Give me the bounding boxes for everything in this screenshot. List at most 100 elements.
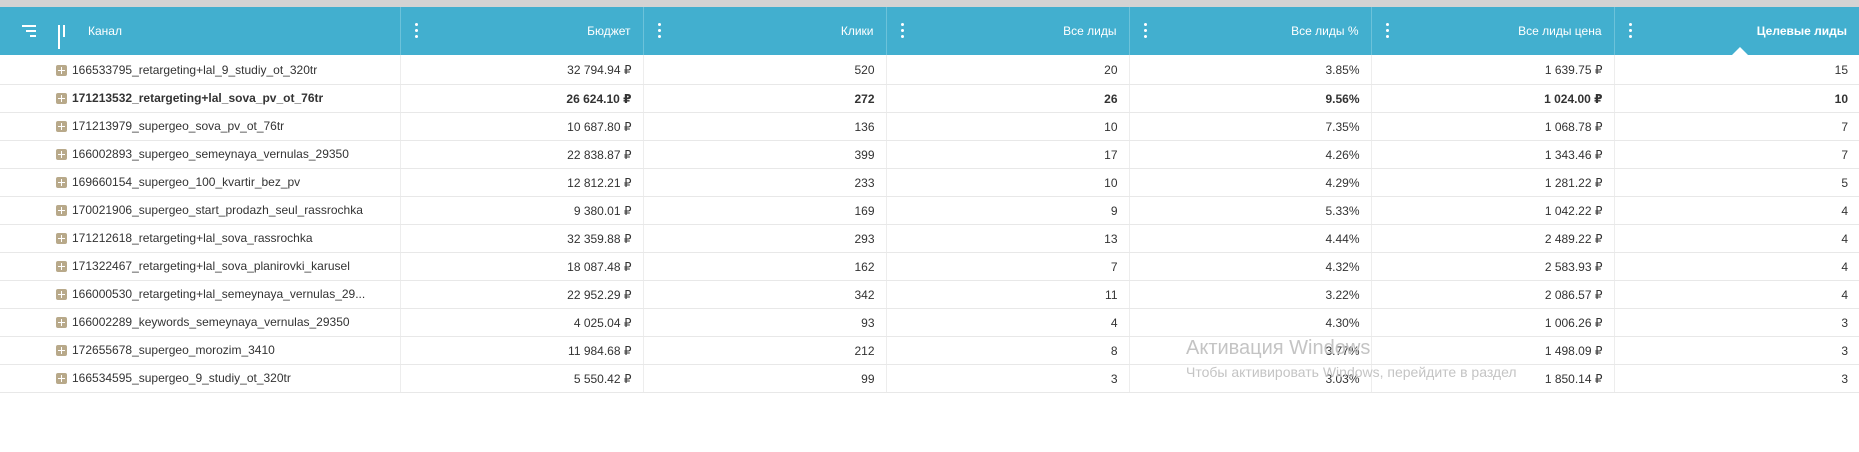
column-label-all-leads-price: Все лиды цена (1518, 24, 1602, 38)
leads-cell: 4 (886, 308, 1130, 337)
clicks-cell: 272 (643, 84, 887, 113)
expand-plus-icon[interactable] (56, 65, 67, 76)
lead-price-cell: 1 024.00 ₽ (1371, 84, 1615, 113)
table-row[interactable]: 170021906_supergeo_start_prodazh_seul_ra… (0, 196, 1859, 225)
column-header-all-leads-pct[interactable]: Все лиды % (1129, 7, 1372, 55)
table-row[interactable]: 166534595_supergeo_9_studiy_ot_320tr 5 55… (0, 364, 1859, 393)
expand-plus-icon[interactable] (56, 149, 67, 160)
clicks-cell: 93 (643, 308, 887, 337)
lead-price-cell: 1 850.14 ₽ (1371, 364, 1615, 393)
column-label-all-leads-pct: Все лиды % (1291, 24, 1359, 38)
table-row[interactable]: 166000530_retargeting+lal_semeynaya_vern… (0, 280, 1859, 309)
column-header-budget[interactable]: Бюджет (400, 7, 644, 55)
expand-plus-icon[interactable] (56, 121, 67, 132)
channel-cell: 171213532_retargeting+lal_sova_pv_ot_76t… (0, 84, 401, 113)
budget-cell: 10 687.80 ₽ (400, 112, 644, 141)
table-row[interactable]: 166533795_retargeting+lal_9_studiy_ot_32… (0, 55, 1859, 85)
table-row[interactable]: 166002289_keywords_semeynaya_vernulas_29… (0, 308, 1859, 337)
target-leads-cell: 3 (1614, 336, 1859, 365)
expand-plus-icon[interactable] (56, 261, 67, 272)
columns-icon[interactable] (58, 25, 70, 49)
leads-pct-cell: 7.35% (1129, 112, 1372, 141)
channel-name: 166002289_keywords_semeynaya_vernulas_29… (72, 315, 350, 329)
budget-cell: 12 812.21 ₽ (400, 168, 644, 197)
leads-pct-cell: 9.56% (1129, 84, 1372, 113)
column-menu-icon[interactable] (414, 23, 419, 39)
budget-cell: 32 359.88 ₽ (400, 224, 644, 253)
expand-plus-icon[interactable] (56, 177, 67, 188)
channel-name: 171213979_supergeo_sova_pv_ot_76tr (72, 119, 285, 133)
target-leads-cell: 10 (1614, 84, 1859, 113)
channel-cell: 166534595_supergeo_9_studiy_ot_320tr (0, 364, 401, 393)
target-leads-cell: 5 (1614, 168, 1859, 197)
channel-cell: 169660154_supergeo_100_kvartir_bez_pv (0, 168, 401, 197)
lead-price-cell: 1 498.09 ₽ (1371, 336, 1615, 365)
leads-cell: 3 (886, 364, 1130, 393)
channel-name: 171322467_retargeting+lal_sova_planirovk… (72, 259, 350, 273)
lead-price-cell: 1 639.75 ₽ (1371, 55, 1615, 85)
table-row[interactable]: 169660154_supergeo_100_kvartir_bez_pv 12 … (0, 168, 1859, 197)
table-row[interactable]: 171212618_retargeting+lal_sova_rassrochk… (0, 224, 1859, 253)
expand-plus-icon[interactable] (56, 373, 67, 384)
clicks-cell: 399 (643, 140, 887, 169)
budget-cell: 22 952.29 ₽ (400, 280, 644, 309)
clicks-cell: 233 (643, 168, 887, 197)
table-header-row: Канал Бюджет Клики Все лиды Все лиды % В… (0, 7, 1859, 56)
expand-plus-icon[interactable] (56, 93, 67, 104)
expand-plus-icon[interactable] (56, 317, 67, 328)
table-row[interactable]: 172655678_supergeo_morozim_3410 11 984.68… (0, 336, 1859, 365)
clicks-cell: 136 (643, 112, 887, 141)
column-header-target-leads[interactable]: Целевые лиды (1614, 7, 1859, 56)
budget-cell: 18 087.48 ₽ (400, 252, 644, 281)
column-menu-icon[interactable] (1385, 23, 1390, 39)
column-header-channel[interactable]: Канал (0, 7, 401, 55)
channel-cell: 166002289_keywords_semeynaya_vernulas_29… (0, 308, 401, 337)
column-header-clicks[interactable]: Клики (643, 7, 887, 55)
table-row[interactable]: 171213979_supergeo_sova_pv_ot_76tr 10 687… (0, 112, 1859, 141)
leads-cell: 13 (886, 224, 1130, 253)
expand-plus-icon[interactable] (56, 233, 67, 244)
channel-name: 166534595_supergeo_9_studiy_ot_320tr (72, 371, 291, 385)
budget-cell: 5 550.42 ₽ (400, 364, 644, 393)
report-table: Канал Бюджет Клики Все лиды Все лиды % В… (0, 7, 1859, 393)
leads-cell: 11 (886, 280, 1130, 309)
lead-price-cell: 1 281.22 ₽ (1371, 168, 1615, 197)
filter-list-icon[interactable] (22, 25, 36, 37)
leads-pct-cell: 4.29% (1129, 168, 1372, 197)
table-row[interactable]: 171213532_retargeting+lal_sova_pv_ot_76t… (0, 84, 1859, 113)
channel-cell: 171322467_retargeting+lal_sova_planirovk… (0, 252, 401, 281)
sort-indicator-icon (1730, 47, 1749, 56)
leads-pct-cell: 5.33% (1129, 196, 1372, 225)
channel-cell: 171213979_supergeo_sova_pv_ot_76tr (0, 112, 401, 141)
budget-cell: 4 025.04 ₽ (400, 308, 644, 337)
column-header-all-leads[interactable]: Все лиды (886, 7, 1130, 55)
channel-name: 171213532_retargeting+lal_sova_pv_ot_76t… (72, 91, 324, 105)
leads-pct-cell: 4.32% (1129, 252, 1372, 281)
channel-name: 172655678_supergeo_morozim_3410 (72, 343, 275, 357)
column-menu-icon[interactable] (657, 23, 662, 39)
target-leads-cell: 4 (1614, 224, 1859, 253)
expand-plus-icon[interactable] (56, 289, 67, 300)
table-row[interactable]: 166002893_supergeo_semeynaya_vernulas_29… (0, 140, 1859, 169)
column-label-all-leads: Все лиды (1063, 24, 1117, 38)
clicks-cell: 99 (643, 364, 887, 393)
column-label-budget: Бюджет (587, 24, 631, 38)
table-body: 166533795_retargeting+lal_9_studiy_ot_32… (0, 55, 1859, 393)
expand-plus-icon[interactable] (56, 345, 67, 356)
column-header-all-leads-price[interactable]: Все лиды цена (1371, 7, 1615, 55)
column-menu-icon[interactable] (900, 23, 905, 39)
column-menu-icon[interactable] (1628, 23, 1633, 39)
channel-name: 171212618_retargeting+lal_sova_rassrochk… (72, 231, 313, 245)
column-menu-icon[interactable] (1143, 23, 1148, 39)
lead-price-cell: 1 068.78 ₽ (1371, 112, 1615, 141)
channel-name: 170021906_supergeo_start_prodazh_seul_ra… (72, 203, 363, 217)
channel-name: 169660154_supergeo_100_kvartir_bez_pv (72, 175, 301, 189)
expand-plus-icon[interactable] (56, 205, 67, 216)
clicks-cell: 342 (643, 280, 887, 309)
leads-cell: 26 (886, 84, 1130, 113)
clicks-cell: 520 (643, 55, 887, 85)
table-row[interactable]: 171322467_retargeting+lal_sova_planirovk… (0, 252, 1859, 281)
clicks-cell: 162 (643, 252, 887, 281)
channel-name: 166000530_retargeting+lal_semeynaya_vern… (72, 287, 366, 301)
leads-cell: 10 (886, 112, 1130, 141)
